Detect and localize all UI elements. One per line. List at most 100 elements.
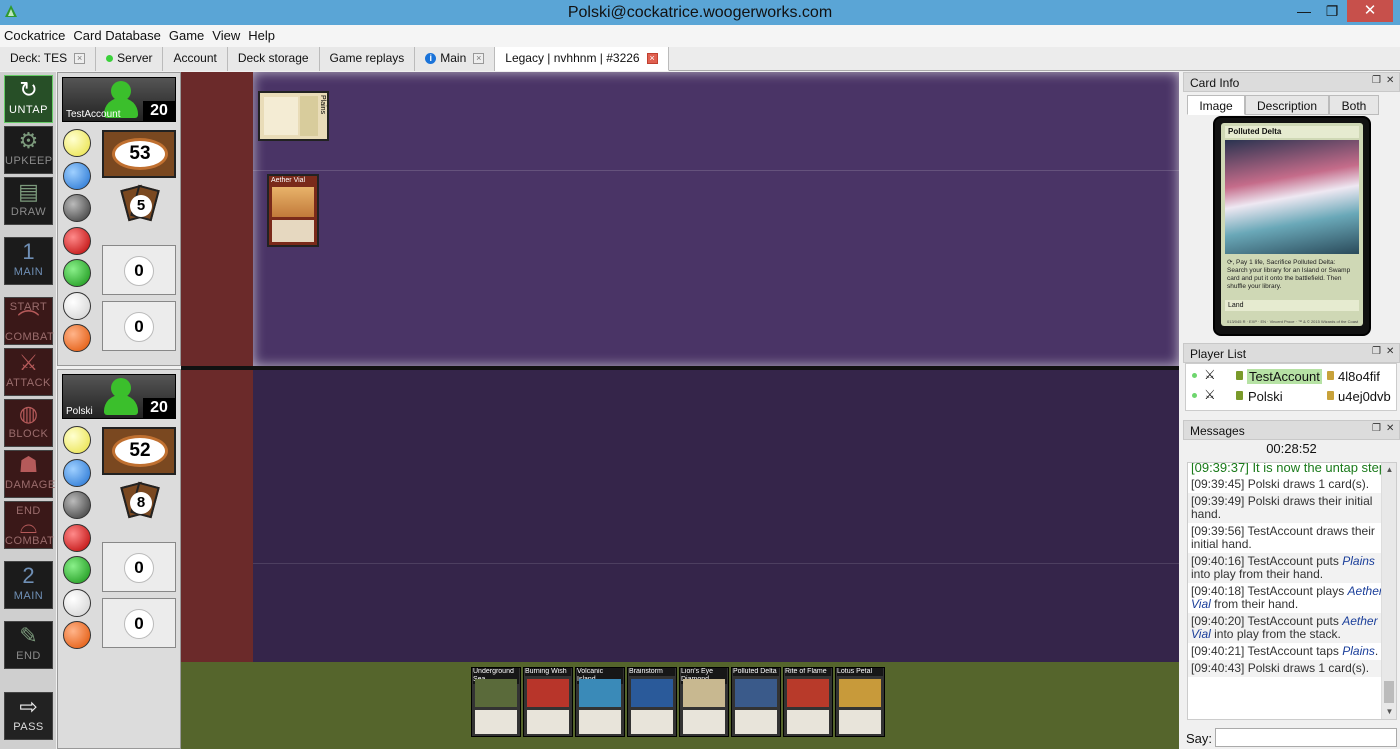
phase-end-combat-button[interactable]: END ⌓ COMBAT xyxy=(4,501,54,549)
message-line: [09:40:43] Polski draws 1 card(s). xyxy=(1188,660,1396,677)
phase-block-button[interactable]: ◍ BLOCK xyxy=(4,399,53,447)
player-avatar[interactable]: Polski 20 xyxy=(62,374,176,419)
menu-game[interactable]: Game xyxy=(165,25,208,47)
player-battlefield[interactable] xyxy=(253,370,1179,662)
tab-server[interactable]: Server xyxy=(96,47,164,71)
tab-description[interactable]: Description xyxy=(1245,95,1329,115)
tab-game[interactable]: Legacy | nvhhnm | #3226 × xyxy=(495,47,669,71)
battlefield-card-aether-vial[interactable]: Aether Vial xyxy=(267,174,319,247)
pass-icon: ⇨ xyxy=(19,694,38,719)
close-tab-icon[interactable]: × xyxy=(646,53,658,64)
phase-main2-button[interactable]: 2 MAIN xyxy=(4,561,53,609)
hand-count-icon[interactable]: 5 xyxy=(118,184,162,229)
phase-end-button[interactable]: ✎ END xyxy=(4,621,53,669)
storm-counter[interactable] xyxy=(63,324,91,352)
blue-mana-counter[interactable] xyxy=(63,459,91,487)
card-link[interactable]: Plains xyxy=(1342,644,1375,658)
undock-icon[interactable]: ❐ xyxy=(1372,423,1381,434)
close-panel-icon[interactable]: ✕ xyxy=(1386,75,1394,86)
player-avatar[interactable]: TestAccount 20 xyxy=(62,77,176,122)
pass-turn-button[interactable]: ⇨ PASS xyxy=(4,692,53,740)
green-mana-counter[interactable] xyxy=(63,259,91,287)
library-zone[interactable]: 53 xyxy=(102,130,176,178)
phase-upkeep-button[interactable]: ⚙ UPKEEP xyxy=(4,126,53,174)
hand-card-polluted-delta[interactable]: Polluted Delta xyxy=(731,667,781,737)
red-mana-counter[interactable] xyxy=(63,524,91,552)
undock-icon[interactable]: ❐ xyxy=(1372,75,1381,86)
maximize-button[interactable]: ❐ xyxy=(1318,0,1346,22)
colorless-mana-counter[interactable] xyxy=(63,589,91,617)
phase-draw-button[interactable]: ▤ DRAW xyxy=(4,177,53,225)
message-scrollbar[interactable]: ▲ ▼ xyxy=(1381,463,1396,719)
card-link[interactable]: Plains xyxy=(1342,554,1375,568)
hand-card-brainstorm[interactable]: Brainstorm xyxy=(627,667,677,737)
phase-main1-button[interactable]: 1 MAIN xyxy=(4,237,53,285)
hand-card-rite-of-flame[interactable]: Rite of Flame xyxy=(783,667,833,737)
black-mana-counter[interactable] xyxy=(63,194,91,222)
minimize-button[interactable]: — xyxy=(1290,0,1318,22)
black-mana-counter[interactable] xyxy=(63,491,91,519)
chat-input[interactable] xyxy=(1215,728,1397,747)
opponent-battlefield[interactable]: Plains Aether Vial xyxy=(253,72,1179,366)
life-total[interactable]: 20 xyxy=(143,398,175,418)
hand-card-lotus-petal[interactable]: Lotus Petal xyxy=(835,667,885,737)
phase-attack-button[interactable]: ⚔ ATTACK xyxy=(4,348,53,396)
card-info-tabs: Image Description Both xyxy=(1187,95,1397,115)
scroll-down-icon[interactable]: ▼ xyxy=(1382,705,1396,719)
graveyard-zone[interactable]: 0 xyxy=(102,542,176,592)
player-list-row[interactable]: ⚔ Polski u4ej0dvb xyxy=(1186,387,1398,407)
menu-card-database[interactable]: Card Database xyxy=(69,25,164,47)
exile-zone[interactable]: 0 xyxy=(102,301,176,351)
tab-both[interactable]: Both xyxy=(1329,95,1379,115)
lock-icon xyxy=(1327,391,1334,400)
tab-deck-storage[interactable]: Deck storage xyxy=(227,47,320,71)
hand-card-underground-sea[interactable]: Underground Sea xyxy=(471,667,521,737)
scrollbar-thumb[interactable] xyxy=(1384,681,1394,703)
stack-zone-top[interactable] xyxy=(181,72,253,366)
white-mana-counter[interactable] xyxy=(63,426,91,454)
stack-zone-bottom[interactable] xyxy=(181,370,253,662)
exile-zone[interactable]: 0 xyxy=(102,598,176,648)
tab-deck[interactable]: Deck: TES × xyxy=(0,47,97,71)
close-panel-icon[interactable]: ✕ xyxy=(1386,423,1394,434)
message-log[interactable]: [09:39:37] It is now the untap step. [09… xyxy=(1187,462,1397,720)
phase-untap-button[interactable]: ↻ UNTAP xyxy=(4,75,53,123)
library-zone[interactable]: 52 xyxy=(102,427,176,475)
hand-card-volcanic-island[interactable]: Volcanic Island xyxy=(575,667,625,737)
hand-count-icon[interactable]: 8 xyxy=(118,481,162,526)
hand-card-burning-wish[interactable]: Burning Wish xyxy=(523,667,573,737)
hand-card-lions-eye-diamond[interactable]: Lion's Eye Diamond xyxy=(679,667,729,737)
life-total[interactable]: 20 xyxy=(143,101,175,121)
scroll-up-icon[interactable]: ▲ xyxy=(1382,463,1396,477)
menu-help[interactable]: Help xyxy=(244,25,279,47)
storm-counter[interactable] xyxy=(63,621,91,649)
red-mana-counter[interactable] xyxy=(63,227,91,255)
blue-mana-counter[interactable] xyxy=(63,162,91,190)
player-list-row[interactable]: ⚔ TestAccount 4l8o4fif xyxy=(1186,367,1398,387)
tab-game-replays[interactable]: Game replays xyxy=(319,47,416,71)
graveyard-zone[interactable]: 0 xyxy=(102,245,176,295)
player-panel-top: TestAccount 20 53 5 0 0 xyxy=(57,72,181,366)
card-name: Aether Vial xyxy=(271,177,306,184)
close-tab-icon[interactable]: × xyxy=(473,53,485,64)
menu-view[interactable]: View xyxy=(208,25,244,47)
tab-label: Deck storage xyxy=(237,51,309,65)
battlefield-card-plains-tapped[interactable]: Plains xyxy=(258,91,329,141)
hand-zone[interactable]: Underground Sea Burning Wish Volcanic Is… xyxy=(181,662,1179,749)
lock-icon xyxy=(1327,371,1334,380)
phase-start-combat-button[interactable]: START ⌒ COMBAT xyxy=(4,297,54,345)
undock-icon[interactable]: ❐ xyxy=(1372,346,1381,357)
green-mana-counter[interactable] xyxy=(63,556,91,584)
broom-icon: ✎ xyxy=(19,623,38,648)
close-tab-icon[interactable]: × xyxy=(74,53,86,64)
phase-damage-button[interactable]: ☗ DAMAGE xyxy=(4,450,55,498)
close-window-button[interactable]: ✕ xyxy=(1347,0,1393,22)
white-mana-counter[interactable] xyxy=(63,129,91,157)
menu-cockatrice[interactable]: Cockatrice xyxy=(0,25,69,47)
tab-image[interactable]: Image xyxy=(1187,95,1245,115)
colorless-mana-counter[interactable] xyxy=(63,292,91,320)
library-count: 53 xyxy=(112,138,168,170)
tab-main[interactable]: i Main × xyxy=(415,47,496,71)
tab-account[interactable]: Account xyxy=(163,47,228,71)
close-panel-icon[interactable]: ✕ xyxy=(1386,346,1394,357)
